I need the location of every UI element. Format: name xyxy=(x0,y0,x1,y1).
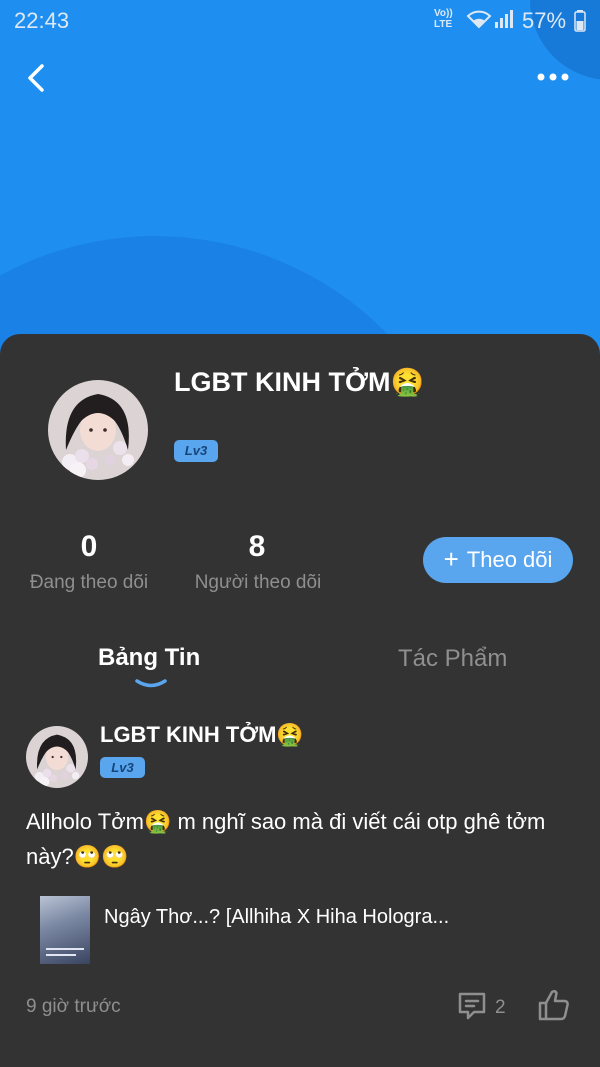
linked-work-card[interactable]: Ngây Thơ...? [Allhiha X Hiha Hologra... xyxy=(40,896,560,964)
avatar-image xyxy=(26,726,88,788)
like-button[interactable] xyxy=(537,988,571,1022)
tab-works[interactable]: Tác Phẩm xyxy=(398,645,507,673)
post-author-level-badge: Lv3 xyxy=(100,757,145,778)
comment-count: 2 xyxy=(495,997,506,1018)
followers-count[interactable]: 8 xyxy=(226,530,288,564)
status-bar: 22:43 Vo)) LTE 57% xyxy=(0,0,600,40)
followers-label[interactable]: Người theo dõi xyxy=(182,572,334,594)
more-horizontal-icon xyxy=(537,73,569,81)
volte-indicator: Vo)) LTE xyxy=(434,8,453,30)
back-button[interactable] xyxy=(22,60,52,96)
thumbs-up-icon xyxy=(538,989,569,1021)
tab-news-feed[interactable]: Bảng Tin xyxy=(98,644,200,672)
chevron-left-icon xyxy=(28,64,44,92)
wifi-icon xyxy=(466,9,492,35)
post-text[interactable]: Allholo Tởm🤮 m nghĩ sao mà đi viết cái o… xyxy=(26,804,576,874)
more-options-button[interactable] xyxy=(530,66,576,88)
follow-button[interactable]: + Theo dõi xyxy=(423,537,573,583)
profile-name: LGBT KINH TỞM🤮 xyxy=(174,367,425,397)
linked-work-cover xyxy=(40,896,90,964)
battery-percent: 57% xyxy=(522,8,567,33)
signal-icon xyxy=(494,9,514,35)
post-author-name[interactable]: LGBT KINH TỞM🤮 xyxy=(100,722,304,748)
follow-button-label: Theo dõi xyxy=(466,547,553,572)
profile-header-background xyxy=(0,0,600,380)
post-author-avatar[interactable] xyxy=(26,726,88,788)
battery-icon xyxy=(574,10,586,38)
avatar-image xyxy=(48,380,148,480)
comment-button[interactable] xyxy=(456,990,488,1022)
profile-avatar[interactable] xyxy=(48,380,148,480)
plus-icon: + xyxy=(443,543,459,574)
level-badge: Lv3 xyxy=(174,440,218,462)
following-label[interactable]: Đang theo dõi xyxy=(14,572,164,594)
linked-work-title: Ngây Thơ...? [Allhiha X Hiha Hologra... xyxy=(104,906,450,928)
status-time: 22:43 xyxy=(14,8,70,33)
following-count[interactable]: 0 xyxy=(58,530,120,564)
comment-icon xyxy=(458,992,486,1020)
post-timestamp: 9 giờ trước xyxy=(26,996,121,1017)
active-tab-indicator xyxy=(135,679,167,688)
